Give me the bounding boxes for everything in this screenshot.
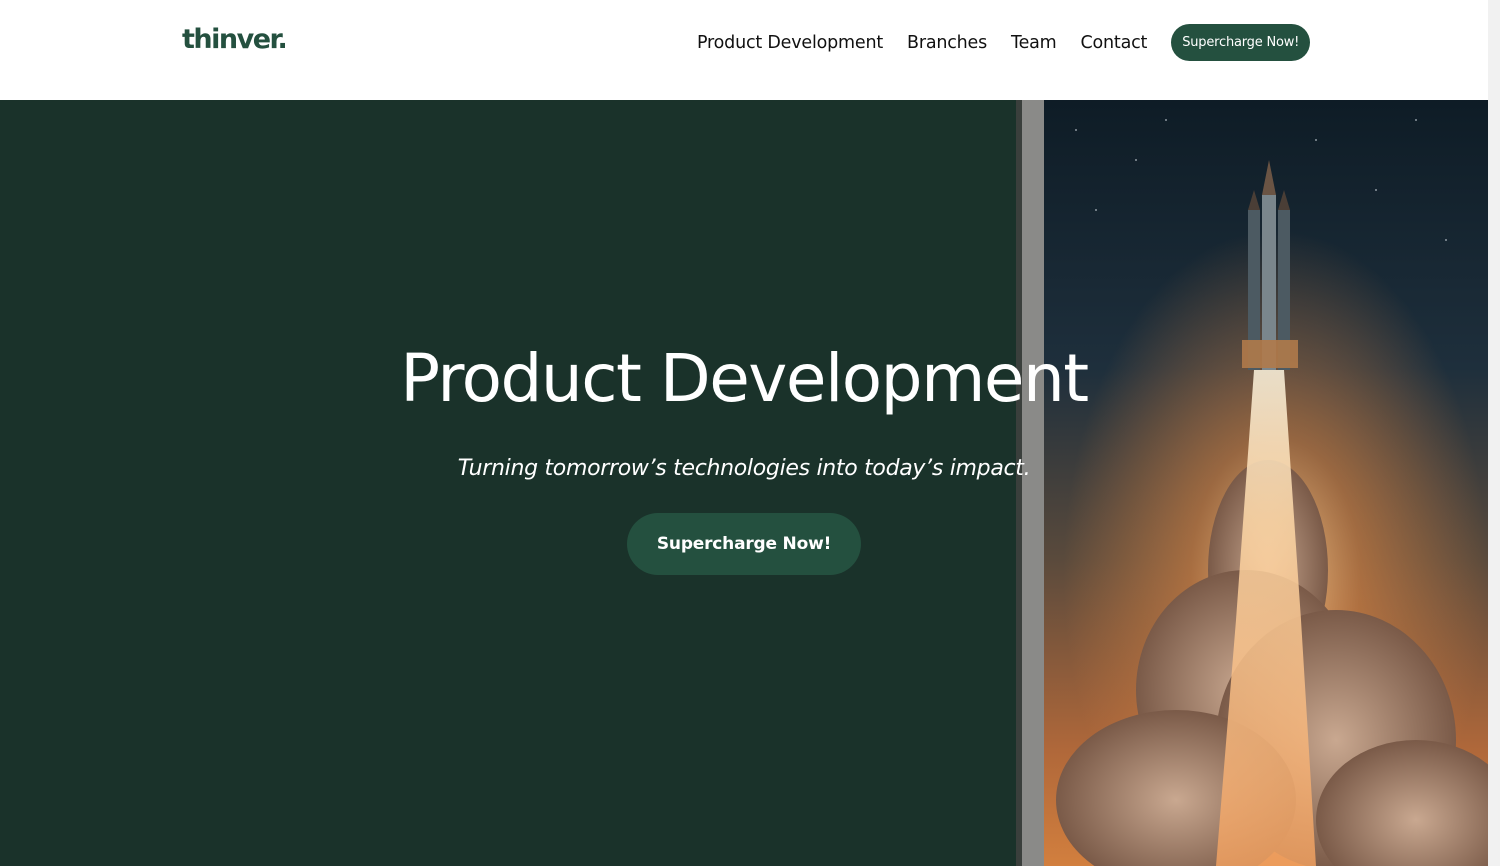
site-header: thinver. Product Development Branches Te… [0,0,1488,100]
page-scrollbar[interactable] [1488,0,1500,866]
hero-title: Product Development [400,340,1089,417]
header-supercharge-button[interactable]: Supercharge Now! [1171,24,1311,61]
hero-section: Product Development Turning tomorrow’s t… [0,100,1488,866]
hero-subtitle: Turning tomorrow’s technologies into tod… [457,456,1031,481]
nav-link-team[interactable]: Team [1011,33,1057,53]
main-nav: Product Development Branches Team Contac… [697,24,1311,61]
hero-content: Product Development Turning tomorrow’s t… [0,100,1488,866]
nav-link-product-development[interactable]: Product Development [697,33,883,53]
thinver-logo[interactable]: thinver. [182,24,288,55]
nav-link-contact[interactable]: Contact [1081,33,1148,53]
nav-link-branches[interactable]: Branches [907,33,987,53]
hero-supercharge-button[interactable]: Supercharge Now! [627,513,861,575]
